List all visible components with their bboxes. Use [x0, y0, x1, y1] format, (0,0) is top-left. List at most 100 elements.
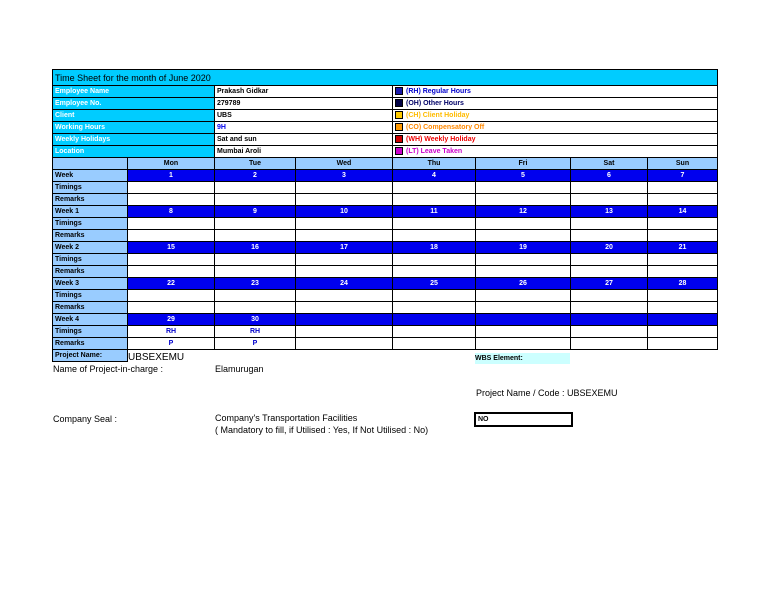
- remarks-cell[interactable]: [295, 193, 393, 206]
- info-value[interactable]: Mumbai Aroli: [214, 145, 393, 158]
- timings-cell[interactable]: [214, 253, 296, 266]
- remarks-cell[interactable]: [475, 265, 571, 278]
- timings-cell[interactable]: [214, 181, 296, 194]
- info-value[interactable]: Sat and sun: [214, 133, 393, 146]
- remarks-cell[interactable]: [392, 193, 476, 206]
- timings-cell[interactable]: [295, 253, 393, 266]
- timings-row: Timings RH RH: [52, 325, 719, 338]
- timings-cell[interactable]: RH: [214, 325, 296, 338]
- remarks-cell[interactable]: [127, 229, 215, 242]
- timings-cell[interactable]: RH: [127, 325, 215, 338]
- remarks-row: Remarks P P: [52, 337, 719, 350]
- remarks-cell[interactable]: [570, 265, 648, 278]
- timings-cell[interactable]: [475, 217, 571, 230]
- timings-cell[interactable]: [295, 181, 393, 194]
- remarks-cell[interactable]: [646, 193, 719, 206]
- date-cell: 30: [214, 313, 296, 326]
- remarks-cell[interactable]: [646, 337, 719, 350]
- info-value[interactable]: Prakash Gidkar: [214, 85, 393, 98]
- timings-cell[interactable]: [646, 253, 719, 266]
- timings-cell[interactable]: [295, 289, 393, 302]
- remarks-cell[interactable]: [392, 265, 476, 278]
- timings-cell[interactable]: [127, 181, 215, 194]
- remarks-cell[interactable]: [214, 265, 296, 278]
- remarks-cell[interactable]: [475, 301, 571, 314]
- timings-cell[interactable]: [392, 325, 476, 338]
- timings-cell[interactable]: [392, 289, 476, 302]
- info-value[interactable]: 279789: [214, 97, 393, 110]
- project-name-value: UBSEXEMU: [128, 352, 185, 363]
- timings-cell[interactable]: [570, 253, 648, 266]
- remarks-cell[interactable]: [295, 301, 393, 314]
- timings-cell[interactable]: [570, 217, 648, 230]
- transport-input[interactable]: NO: [474, 412, 573, 427]
- legend-item: (WH) Weekly Holiday: [391, 133, 719, 146]
- timings-label: Timings: [52, 181, 128, 194]
- legend-text: (CH) Client Holiday: [406, 111, 470, 119]
- timings-cell[interactable]: [475, 253, 571, 266]
- remarks-cell[interactable]: [570, 229, 648, 242]
- timings-cell[interactable]: [214, 289, 296, 302]
- remarks-cell[interactable]: [214, 229, 296, 242]
- timings-cell[interactable]: [214, 217, 296, 230]
- legend-swatch-icon: [395, 122, 403, 131]
- remarks-cell[interactable]: [475, 337, 571, 350]
- remarks-cell[interactable]: P: [214, 337, 296, 350]
- remarks-cell[interactable]: [392, 337, 476, 350]
- timings-cell[interactable]: [295, 217, 393, 230]
- remarks-cell[interactable]: [646, 229, 719, 242]
- timings-cell[interactable]: [570, 181, 648, 194]
- remarks-cell[interactable]: [392, 301, 476, 314]
- timings-cell[interactable]: [475, 181, 571, 194]
- week-row: Week 3 22 23 24 25 26 27 28: [52, 277, 719, 290]
- legend-text: (OH) Other Hours: [406, 99, 464, 107]
- timings-cell[interactable]: [295, 325, 393, 338]
- timings-cell[interactable]: [475, 325, 571, 338]
- timings-cell[interactable]: [570, 325, 648, 338]
- info-value[interactable]: 9H: [214, 121, 393, 134]
- remarks-cell[interactable]: [295, 337, 393, 350]
- timings-cell[interactable]: [127, 217, 215, 230]
- remarks-cell[interactable]: [392, 229, 476, 242]
- timings-cell[interactable]: [392, 181, 476, 194]
- remarks-cell[interactable]: [646, 265, 719, 278]
- date-cell: [295, 313, 393, 326]
- remarks-cell[interactable]: [295, 229, 393, 242]
- project-blank: [128, 350, 718, 362]
- remarks-cell[interactable]: P: [127, 337, 215, 350]
- timings-cell[interactable]: [646, 181, 719, 194]
- legend-text: (WH) Weekly Holiday: [406, 135, 476, 143]
- timings-cell[interactable]: [646, 325, 719, 338]
- date-cell: 15: [127, 241, 215, 254]
- timings-cell[interactable]: [392, 253, 476, 266]
- timings-cell[interactable]: [127, 253, 215, 266]
- remarks-cell[interactable]: [295, 265, 393, 278]
- remarks-cell[interactable]: [127, 301, 215, 314]
- remarks-cell[interactable]: [127, 265, 215, 278]
- week-label: Week 3: [52, 277, 128, 290]
- timings-cell[interactable]: [475, 289, 571, 302]
- remarks-row: Remarks: [52, 265, 719, 278]
- remarks-cell[interactable]: [475, 229, 571, 242]
- info-value[interactable]: UBS: [214, 109, 393, 122]
- timings-cell[interactable]: [646, 289, 719, 302]
- timings-cell[interactable]: [570, 289, 648, 302]
- remarks-cell[interactable]: [214, 301, 296, 314]
- remarks-cell[interactable]: [214, 193, 296, 206]
- date-cell: 1: [127, 169, 215, 182]
- remarks-cell[interactable]: [570, 193, 648, 206]
- remarks-cell[interactable]: [570, 301, 648, 314]
- date-cell: [392, 313, 476, 326]
- timings-cell[interactable]: [646, 217, 719, 230]
- remarks-cell[interactable]: [646, 301, 719, 314]
- remarks-cell[interactable]: [570, 337, 648, 350]
- timings-cell[interactable]: [392, 217, 476, 230]
- timings-cell[interactable]: [127, 289, 215, 302]
- date-cell: [646, 313, 719, 326]
- week-row: Week 2 15 16 17 18 19 20 21: [52, 241, 719, 254]
- remarks-cell[interactable]: [475, 193, 571, 206]
- date-cell: 17: [295, 241, 393, 254]
- date-cell: 8: [127, 205, 215, 218]
- info-label: Employee Name: [52, 85, 215, 98]
- remarks-cell[interactable]: [127, 193, 215, 206]
